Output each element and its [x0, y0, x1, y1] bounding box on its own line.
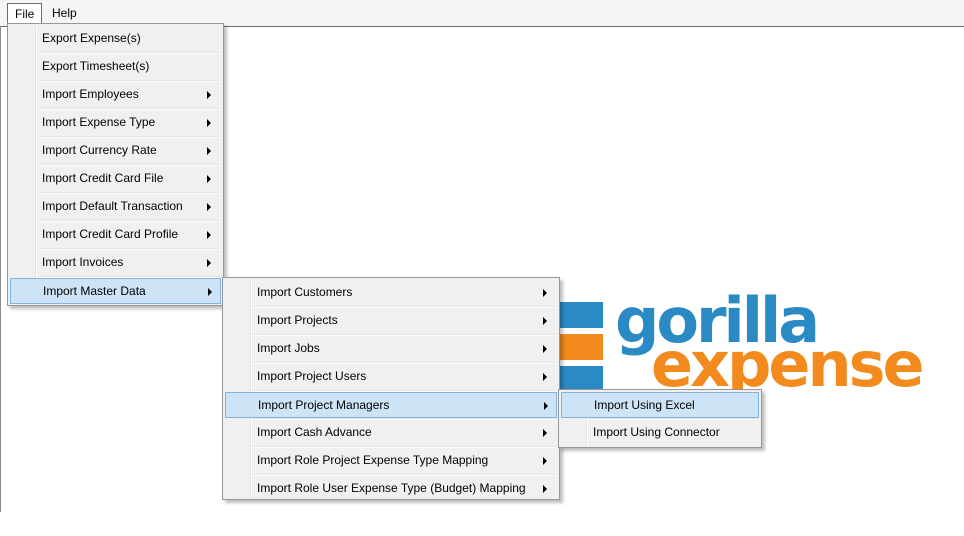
- menu-item-label: Import Jobs: [257, 341, 320, 355]
- submenu-arrow-icon: [207, 175, 211, 183]
- submenu-arrow-icon: [543, 457, 547, 465]
- file-menu-item-4[interactable]: Import Currency Rate: [10, 138, 221, 164]
- menu-item-label: Import Master Data: [43, 284, 146, 298]
- app-window: File Help gorilla expense Export Expense…: [0, 0, 964, 512]
- menu-item-label: Import Role User Expense Type (Budget) M…: [257, 481, 526, 495]
- logo-bar-blue-bottom: [555, 366, 603, 390]
- submenu-arrow-icon: [543, 429, 547, 437]
- menu-item-label: Export Timesheet(s): [42, 59, 150, 73]
- file-menu-item-5[interactable]: Import Credit Card File: [10, 166, 221, 192]
- file-menu-item-1[interactable]: Export Timesheet(s): [10, 54, 221, 80]
- project-managers-item-1[interactable]: Import Using Connector: [561, 420, 759, 446]
- menu-item-label: Import Currency Rate: [42, 143, 157, 157]
- submenu-arrow-icon: [207, 203, 211, 211]
- submenu-arrow-icon: [543, 373, 547, 381]
- menu-item-label: Import Using Connector: [593, 425, 720, 439]
- file-menu-item-8[interactable]: Import Invoices: [10, 250, 221, 276]
- submenu-arrow-icon: [207, 231, 211, 239]
- submenu-arrow-icon: [207, 91, 211, 99]
- submenu-arrow-icon: [207, 259, 211, 267]
- master-data-item-6[interactable]: Import Role Project Expense Type Mapping: [225, 448, 557, 474]
- master-data-item-3[interactable]: Import Project Users: [225, 364, 557, 390]
- submenu-arrow-icon: [208, 288, 212, 296]
- menu-item-label: Import Invoices: [42, 255, 124, 269]
- menu-item-label: Import Using Excel: [594, 398, 695, 412]
- master-data-submenu: Import Customers Import Projects Import Jo…: [222, 277, 560, 500]
- submenu-arrow-icon: [544, 402, 548, 410]
- logo-word-expense: expense: [651, 328, 925, 401]
- master-data-item-0[interactable]: Import Customers: [225, 280, 557, 306]
- menu-item-label: Import Credit Card File: [42, 171, 164, 185]
- menu-item-label: Import Role Project Expense Type Mapping: [257, 453, 489, 467]
- master-data-item-5[interactable]: Import Cash Advance: [225, 420, 557, 446]
- file-menu[interactable]: File: [7, 3, 43, 25]
- menu-item-label: Import Projects: [257, 313, 338, 327]
- menu-item-label: Export Expense(s): [42, 31, 141, 45]
- file-menu-item-3[interactable]: Import Expense Type: [10, 110, 221, 136]
- project-managers-item-0[interactable]: Import Using Excel: [561, 392, 759, 418]
- file-menu-item-0[interactable]: Export Expense(s): [10, 26, 221, 52]
- master-data-item-2[interactable]: Import Jobs: [225, 336, 557, 362]
- submenu-arrow-icon: [543, 317, 547, 325]
- menu-item-label: Import Default Transaction: [42, 199, 183, 213]
- submenu-arrow-icon: [543, 485, 547, 493]
- file-dropdown: Export Expense(s) Export Timesheet(s) Impo…: [7, 23, 224, 306]
- menu-item-label: Import Cash Advance: [257, 425, 372, 439]
- submenu-arrow-icon: [543, 345, 547, 353]
- master-data-item-4[interactable]: Import Project Managers: [225, 392, 557, 418]
- menu-item-label: Import Project Managers: [258, 398, 390, 412]
- master-data-item-7[interactable]: Import Role User Expense Type (Budget) M…: [225, 476, 557, 502]
- menu-item-label: Import Expense Type: [42, 115, 156, 129]
- submenu-arrow-icon: [207, 119, 211, 127]
- project-managers-submenu: Import Using Excel Import Using Connector: [558, 389, 762, 448]
- master-data-item-1[interactable]: Import Projects: [225, 308, 557, 334]
- help-menu[interactable]: Help: [45, 3, 84, 23]
- logo-bar-orange: [555, 334, 603, 360]
- submenu-arrow-icon: [543, 289, 547, 297]
- file-menu-item-2[interactable]: Import Employees: [10, 82, 221, 108]
- file-menu-item-9[interactable]: Import Master Data: [10, 278, 221, 304]
- window-border: [0, 26, 1, 512]
- file-menu-item-7[interactable]: Import Credit Card Profile: [10, 222, 221, 248]
- gorilla-expense-logo: gorilla expense: [555, 290, 925, 401]
- menu-item-label: Import Employees: [42, 87, 139, 101]
- menu-item-label: Import Customers: [257, 285, 353, 299]
- menu-item-label: Import Project Users: [257, 369, 367, 383]
- file-menu-item-6[interactable]: Import Default Transaction: [10, 194, 221, 220]
- menu-item-label: Import Credit Card Profile: [42, 227, 179, 241]
- logo-bar-blue-top: [555, 302, 603, 328]
- submenu-arrow-icon: [207, 147, 211, 155]
